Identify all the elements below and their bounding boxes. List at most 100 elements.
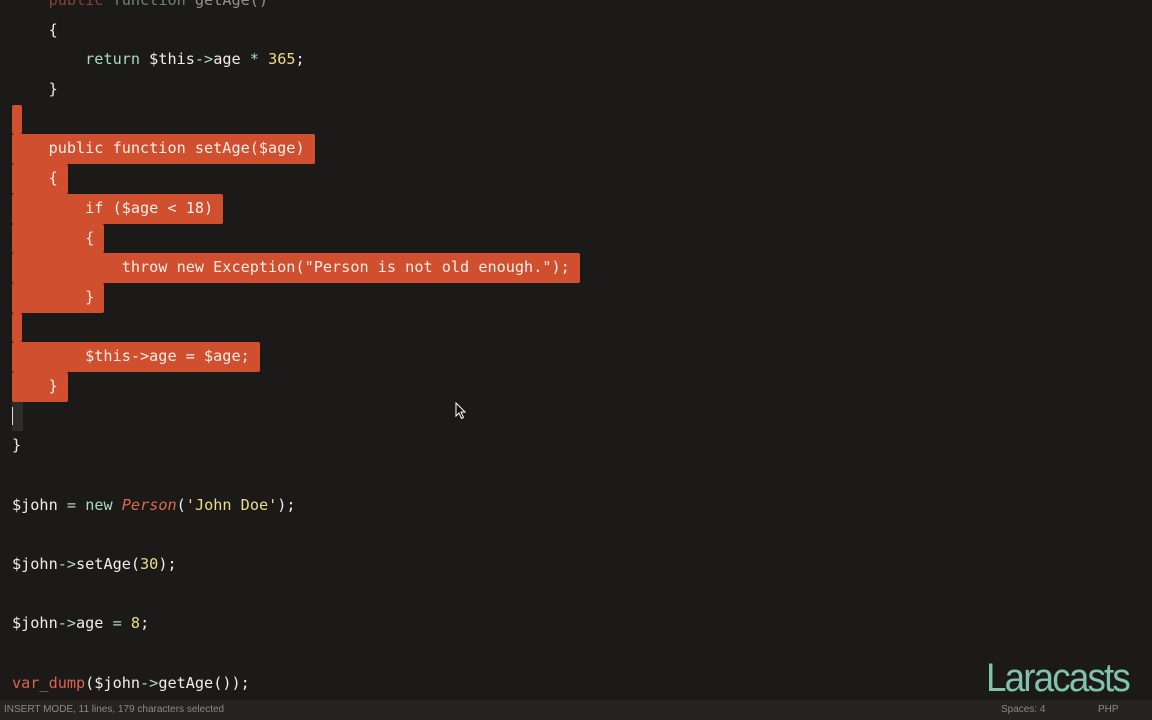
code-token: -> <box>194 50 214 69</box>
line-content: { <box>12 16 58 46</box>
code-token: ( <box>176 495 186 514</box>
code-line[interactable] <box>0 639 1152 669</box>
code-line[interactable]: return $this->age * 365; <box>0 45 1152 75</box>
code-token: getAge()); <box>158 673 250 692</box>
line-content: $john->age = 8; <box>12 609 149 639</box>
code-token: public function setAge($age) <box>12 139 305 158</box>
code-line[interactable]: } <box>0 371 1152 402</box>
code-token: -> <box>57 555 77 574</box>
code-token: } <box>12 436 22 455</box>
selected-text <box>12 104 22 135</box>
line-content: return $this->age * 365; <box>12 45 305 75</box>
code-token: $john <box>12 614 58 633</box>
code-token: } <box>12 80 58 99</box>
selected-text: public function setAge($age) <box>12 134 315 165</box>
code-token: return <box>85 50 141 69</box>
line-content: var_dump($john->getAge()); <box>12 669 250 699</box>
selected-text: } <box>12 282 105 313</box>
code-line[interactable] <box>0 312 1152 343</box>
code-line[interactable]: var_dump($john->getAge()); <box>0 669 1152 699</box>
code-line[interactable]: $john = new Person('John Doe'); <box>0 491 1152 521</box>
code-token: -> <box>140 673 159 692</box>
code-line[interactable]: { <box>0 16 1152 46</box>
code-token: ; <box>140 614 150 633</box>
code-token: { <box>12 169 58 188</box>
selected-text: } <box>12 371 68 402</box>
selected-text: $this->age = $age; <box>12 342 260 372</box>
line-content: $john = new Person('John Doe'); <box>12 491 296 521</box>
code-token: = <box>66 495 77 514</box>
code-token: ); <box>277 495 296 514</box>
code-line[interactable]: $john->setAge(30); <box>0 550 1152 580</box>
code-token: $this <box>140 50 195 69</box>
code-line[interactable]: } <box>0 75 1152 105</box>
code-token: Person <box>121 495 177 514</box>
selected-text: if ($age < 18) <box>12 193 224 224</box>
code-token: 8 <box>130 614 141 633</box>
code-line[interactable]: } <box>0 282 1152 313</box>
code-token: age <box>213 50 250 69</box>
code-token: } <box>12 287 95 306</box>
line-content: $john->setAge(30); <box>12 550 177 580</box>
code-editor[interactable]: public function getAge() { return $this-… <box>0 0 1152 699</box>
line-content <box>12 401 23 432</box>
code-token: } <box>12 376 58 395</box>
code-token: 'John Doe' <box>185 495 278 514</box>
code-line[interactable]: $john->age = 8; <box>0 609 1152 639</box>
code-token: 365 <box>268 50 296 69</box>
code-line[interactable]: { <box>0 223 1152 254</box>
code-token: ); <box>158 555 177 574</box>
code-token: age <box>76 614 113 633</box>
code-token: throw new Exception("Person is not old e… <box>12 258 570 277</box>
status-mode: INSERT MODE, 11 lines, 179 characters se… <box>4 704 225 715</box>
code-token: -> <box>57 614 77 633</box>
code-line[interactable]: } <box>0 431 1152 461</box>
code-line[interactable] <box>0 401 1152 432</box>
code-token: { <box>12 20 58 39</box>
selected-text: { <box>12 164 68 194</box>
syntax-language[interactable]: PHP <box>1098 700 1119 720</box>
code-token: * <box>249 50 259 69</box>
code-token: ; <box>295 50 305 69</box>
laracasts-logo: Laracasts <box>986 656 1131 700</box>
code-token: $john <box>12 555 58 574</box>
code-token: $this->age = $age; <box>12 347 250 366</box>
selected-text: { <box>12 223 105 254</box>
code-line[interactable]: public function getAge() <box>0 0 1152 16</box>
selected-text: throw new Exception("Person is not old e… <box>12 253 580 283</box>
code-line[interactable] <box>0 104 1152 135</box>
code-token: getAge() <box>185 0 269 9</box>
line-content: public function getAge() <box>12 0 268 16</box>
line-content: } <box>12 75 58 105</box>
status-bar: INSERT MODE, 11 lines, 179 characters se… <box>0 700 1152 720</box>
code-token: if ($age < 18) <box>12 198 214 217</box>
code-line[interactable] <box>0 520 1152 550</box>
code-token: ($john <box>85 673 141 692</box>
indentation-setting[interactable]: Spaces: 4 <box>1001 700 1045 720</box>
code-line[interactable]: public function setAge($age) <box>0 134 1152 165</box>
code-line[interactable]: { <box>0 164 1152 194</box>
code-token: public <box>48 0 104 9</box>
code-token: 30 <box>140 555 159 574</box>
line-content: } <box>12 431 21 461</box>
code-token: new <box>85 495 113 514</box>
code-token: function <box>112 0 186 9</box>
code-line[interactable]: throw new Exception("Person is not old e… <box>0 253 1152 283</box>
selected-text <box>12 312 22 343</box>
code-line[interactable] <box>0 461 1152 491</box>
code-token: { <box>12 228 95 247</box>
code-line[interactable]: if ($age < 18) <box>0 193 1152 224</box>
code-token: var_dump <box>12 673 86 692</box>
code-token: setAge( <box>76 555 141 574</box>
code-line[interactable]: $this->age = $age; <box>0 342 1152 372</box>
code-line[interactable] <box>0 580 1152 610</box>
code-token: $john <box>12 495 67 514</box>
mouse-cursor-icon <box>455 402 467 420</box>
